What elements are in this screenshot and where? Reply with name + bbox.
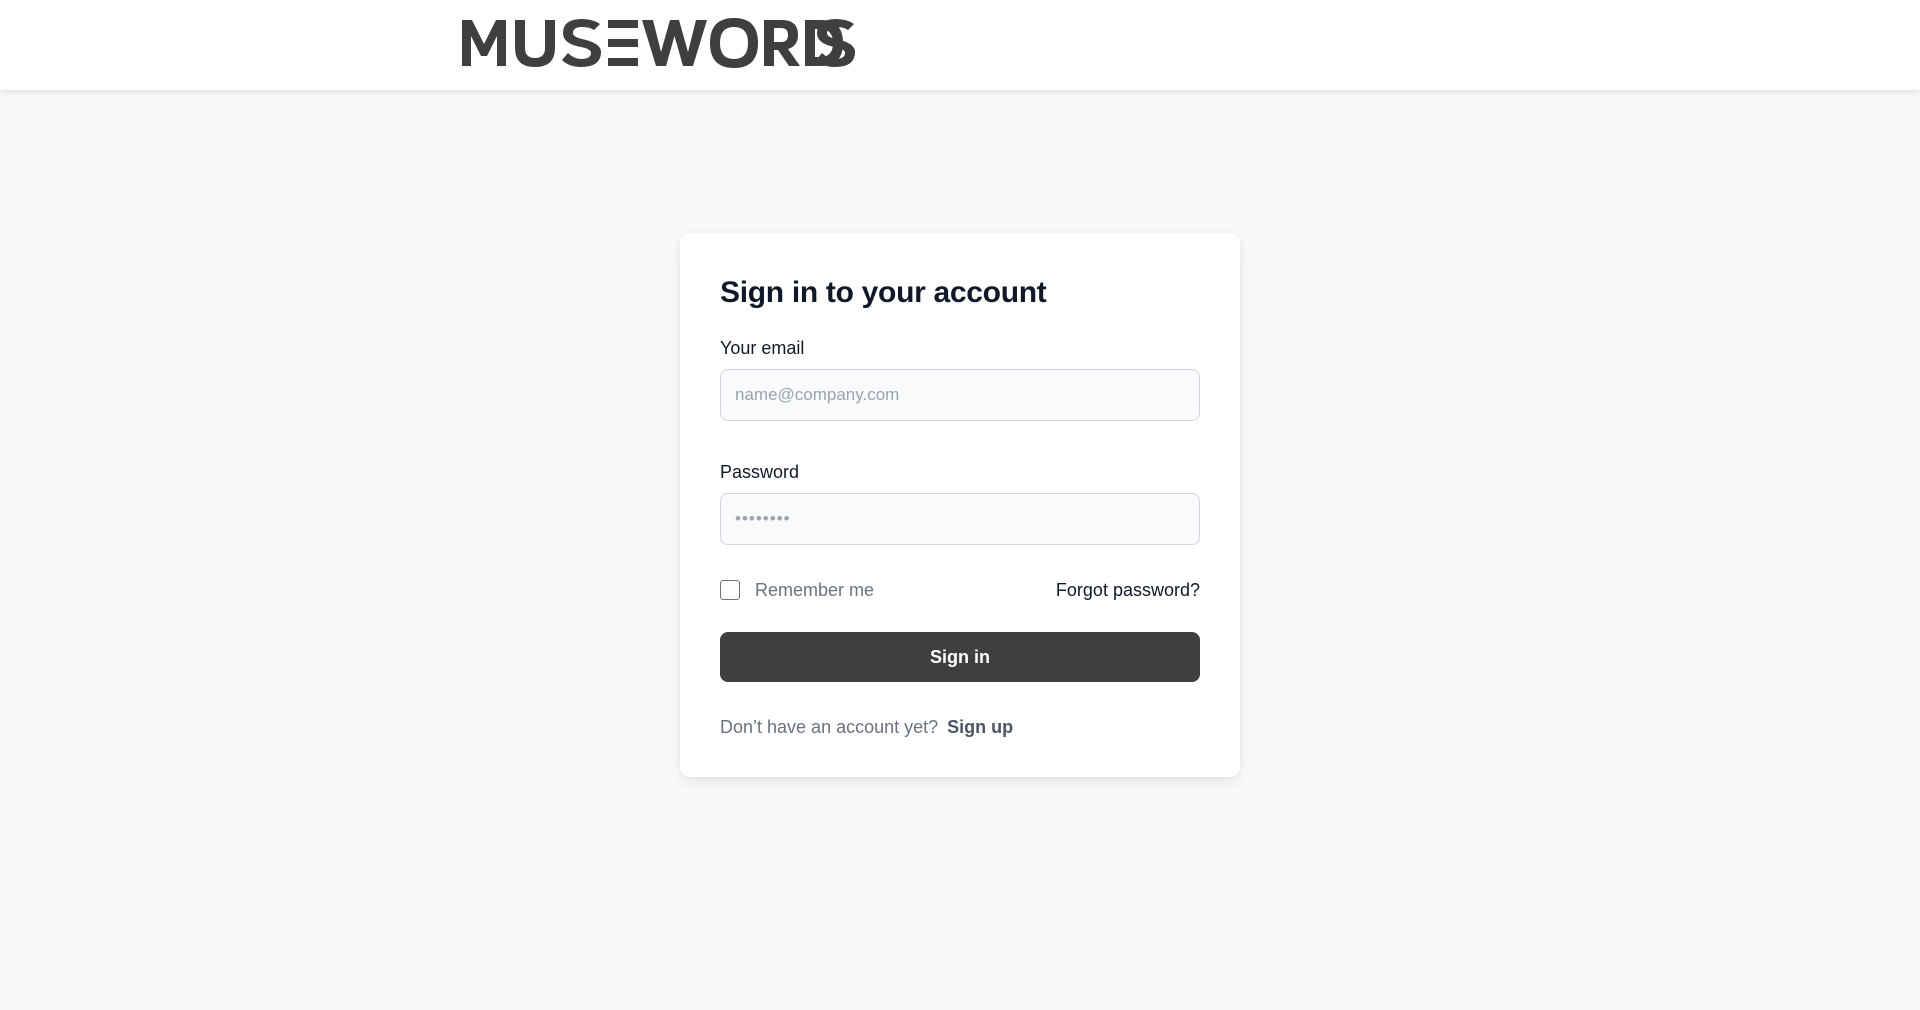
remember-me[interactable]: Remember me (720, 580, 874, 601)
password-label: Password (720, 462, 800, 482)
top-navbar: MUSEWORDS (0, 0, 1920, 90)
forgot-password-link[interactable]: Forgot password? (1056, 580, 1200, 601)
musewords-logo-icon (462, 18, 855, 68)
sign-in-card: Sign in to your account Your email Passw… (680, 233, 1240, 777)
musewords-logo[interactable]: MUSEWORDS (460, 14, 860, 70)
remember-me-label: Remember me (755, 579, 875, 600)
signup-row: Don’t have an account yet? Sign up (720, 716, 1200, 738)
sign-in-button[interactable]: Sign in (720, 632, 1200, 682)
email-label: Your email (720, 338, 805, 358)
options-row: Remember me Forgot password? (720, 577, 1200, 603)
page-title: Sign in to your account (720, 276, 1047, 309)
sign-up-link[interactable]: Sign up (947, 717, 1013, 737)
email-input[interactable] (720, 369, 1200, 421)
signup-prompt: Don’t have an account yet? (720, 717, 939, 737)
sign-in-form: Sign in to your account Your email Passw… (720, 275, 1200, 738)
remember-me-checkbox[interactable] (720, 580, 740, 600)
password-input[interactable] (720, 493, 1200, 545)
